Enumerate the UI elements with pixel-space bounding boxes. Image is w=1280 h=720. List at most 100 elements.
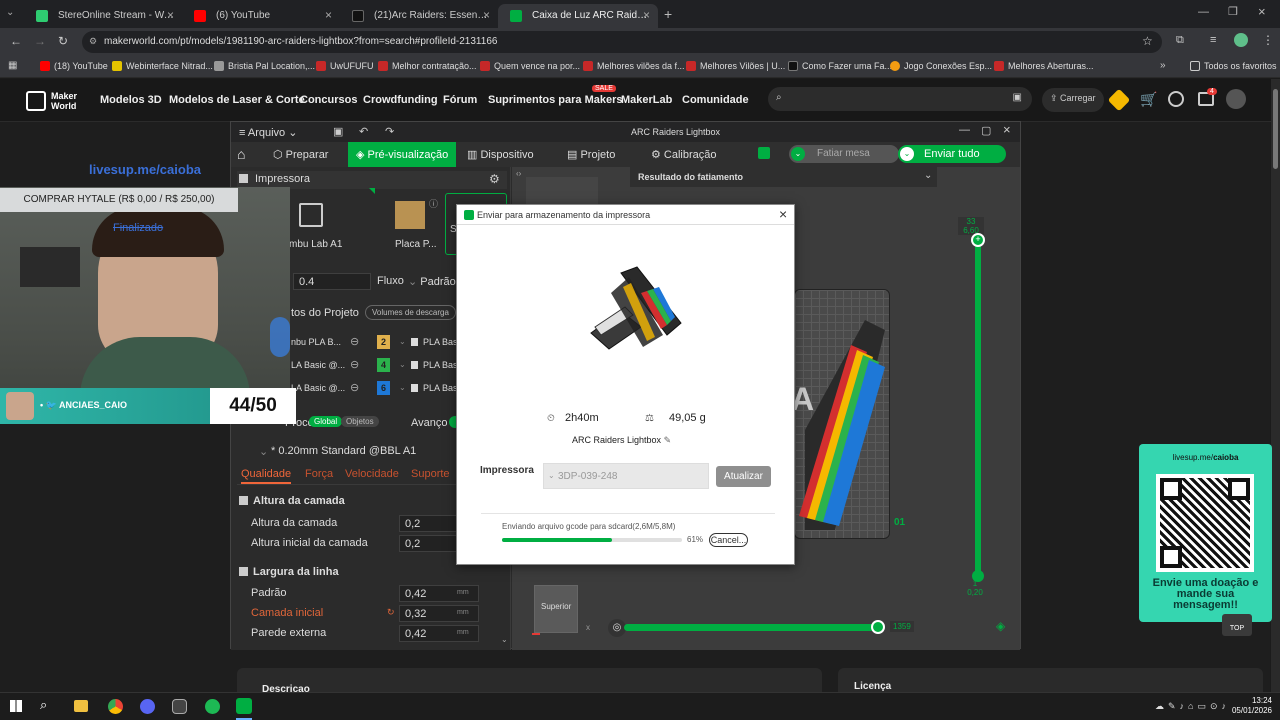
save-icon[interactable]: ▣ (333, 125, 343, 138)
site-logo[interactable]: Maker World (51, 91, 77, 111)
bookmark-item[interactable]: Como Fazer uma Fa... (788, 61, 892, 71)
bookmark-item[interactable]: Bristia Pal Location,... (214, 61, 315, 71)
site-info-icon[interactable]: ⚙ (89, 36, 97, 47)
close-icon[interactable]: × (325, 8, 332, 22)
reset-icon[interactable]: ↻ (387, 607, 395, 618)
new-tab-button[interactable]: + (664, 6, 672, 22)
scroll-down-icon[interactable]: ⌄ (501, 635, 508, 644)
apps-grid-icon[interactable]: ▦ (8, 60, 17, 71)
close-icon[interactable]: × (779, 206, 787, 222)
points-icon[interactable] (1107, 88, 1131, 112)
user-avatar[interactable] (1226, 89, 1246, 109)
chevron-down-icon[interactable]: ⌄ (399, 360, 406, 369)
tab-dispositivo[interactable]: ▥ Dispositivo (467, 148, 534, 161)
collapse-icon[interactable]: ‹› (516, 169, 521, 178)
tab-list-icon[interactable]: ⌄ (6, 7, 20, 21)
redo-icon[interactable]: ↷ (385, 125, 394, 138)
cancel-button[interactable]: Cancel... (709, 533, 748, 547)
printer-card[interactable]: mbu Lab A1 (289, 197, 359, 255)
send-all-button[interactable]: ⌄ Enviar tudo (898, 145, 1006, 163)
close-icon[interactable]: × (1003, 122, 1011, 137)
file-menu[interactable]: ≡ Arquivo ⌄ (239, 126, 297, 139)
objects-toggle[interactable]: Objetos (341, 416, 379, 427)
nav-comunidade[interactable]: Comunidade (682, 94, 749, 106)
filament-slot[interactable]: 6 (377, 381, 390, 395)
back-icon[interactable]: ← (10, 34, 22, 48)
chevron-down-icon[interactable]: ⌄ (399, 337, 406, 346)
extensions-icon[interactable]: ⧉ (1176, 34, 1184, 47)
layer-slider-top-handle[interactable]: + (971, 233, 985, 247)
close-icon[interactable]: × (483, 8, 490, 22)
minus-circle-icon[interactable]: ⊖ (350, 335, 359, 348)
clock[interactable]: 13:24 05/01/2026 (1226, 696, 1272, 716)
url-input[interactable]: ⚙ makerworld.com/pt/models/1981190-arc-r… (82, 31, 1162, 53)
spotify-icon[interactable] (205, 699, 220, 714)
chevron-down-icon[interactable]: ⌄ (791, 147, 805, 161)
tab-stereonline[interactable]: StereOnline Stream - Watch Liv × (24, 4, 182, 28)
tab-preparar[interactable]: ⬡ Preparar (273, 148, 328, 161)
search-input[interactable]: ⌕ ▣ (768, 87, 1032, 111)
bookmark-item[interactable]: (18) YouTube (40, 61, 108, 71)
image-search-icon[interactable]: ▣ (1013, 92, 1022, 103)
minimize-icon[interactable]: — (1198, 6, 1209, 18)
bookmark-star-icon[interactable]: ☆ (1142, 34, 1153, 48)
all-favorites[interactable]: Todos os favoritos (1190, 61, 1277, 71)
close-icon[interactable]: × (643, 8, 650, 22)
bookmark-item[interactable]: Melhores Vilões | U... (686, 61, 785, 71)
reload-icon[interactable]: ↻ (58, 34, 68, 48)
printer-select[interactable]: ⌄ 3DP-039-248 (543, 463, 709, 489)
minus-circle-icon[interactable]: ⊖ (350, 381, 359, 394)
restore-icon[interactable]: ❐ (1228, 5, 1238, 18)
tab-qualidade[interactable]: Qualidade (241, 468, 292, 484)
file-explorer-icon[interactable] (74, 700, 88, 712)
system-tray-icons[interactable]: ☁✎♪⌂▭⊙♪ (1155, 701, 1230, 712)
bambu-studio-icon[interactable] (236, 698, 252, 714)
makerworld-logo-icon[interactable] (26, 91, 46, 111)
tab-suporte[interactable]: Suporte (411, 468, 450, 480)
tab-makerworld[interactable]: Caixa de Luz ARC Raiders - Mo × (498, 4, 658, 28)
filament-slot[interactable]: 4 (377, 358, 390, 372)
global-toggle[interactable]: Global (309, 416, 343, 427)
discord-icon[interactable] (140, 699, 155, 714)
chrome-icon[interactable] (108, 699, 123, 714)
bookmark-item[interactable]: Jogo Conexões Esp... (890, 61, 992, 71)
close-icon[interactable]: × (167, 8, 174, 22)
tab-previsualizacao[interactable]: ◈ Pré-visualização (348, 142, 456, 167)
flow-select[interactable]: ⌄ Padrão (403, 273, 463, 290)
globe-icon[interactable] (1168, 91, 1184, 107)
layers-view-icon[interactable]: ◈ (996, 619, 1010, 633)
slice-plate-button[interactable]: ⌄ Fatiar mesa (789, 145, 899, 163)
minus-circle-icon[interactable]: ⊖ (350, 358, 359, 371)
bookmark-item[interactable]: Melhores vilões da f... (583, 61, 685, 71)
gear-icon[interactable]: ⚙ (489, 172, 500, 186)
search-icon[interactable]: ⌕ (40, 697, 47, 713)
media-icon[interactable]: ≡ (1210, 34, 1216, 46)
forward-icon[interactable]: → (34, 34, 46, 48)
menu-kebab-icon[interactable]: ⋮ (1262, 33, 1274, 47)
plate-icon[interactable] (758, 147, 770, 159)
close-window-icon[interactable]: × (1258, 4, 1266, 19)
tab-forca[interactable]: Força (305, 468, 333, 480)
nav-concursos[interactable]: Concursos (300, 94, 357, 106)
info-icon[interactable]: ⓘ (429, 197, 438, 210)
more-bookmarks-icon[interactable]: » (1160, 60, 1166, 71)
bookmark-item[interactable]: UwUFUFU (316, 61, 374, 71)
obs-icon[interactable] (172, 699, 187, 714)
chevron-down-icon[interactable]: ⌄ (900, 147, 914, 161)
move-slider-handle[interactable] (871, 620, 885, 634)
undo-icon[interactable]: ↶ (359, 125, 368, 138)
tab-projeto[interactable]: ▤ Projeto (567, 148, 615, 161)
nozzle-input[interactable]: 0.4 (293, 273, 371, 290)
upload-button[interactable]: ⇪ Carregar (1042, 88, 1104, 112)
layer-slider-track[interactable] (975, 239, 981, 577)
nav-makerlab[interactable]: MakerLab (621, 94, 672, 106)
tab-velocidade[interactable]: Velocidade (345, 468, 399, 480)
plate-card[interactable]: ⓘ Placa P... (381, 197, 443, 255)
maximize-icon[interactable]: ▢ (981, 124, 991, 137)
view-cube[interactable]: Superior (534, 585, 578, 633)
slice-result-header[interactable]: Resultado do fatiamento ⌄ (630, 167, 937, 187)
bookmark-item[interactable]: Quem vence na por... (480, 61, 580, 71)
nav-laser[interactable]: Modelos de Laser & Corte (169, 94, 305, 106)
tab-arc-raiders-tips[interactable]: (21)Arc Raiders: Essential Tips a × (340, 4, 498, 28)
nav-forum[interactable]: Fórum (443, 94, 477, 106)
